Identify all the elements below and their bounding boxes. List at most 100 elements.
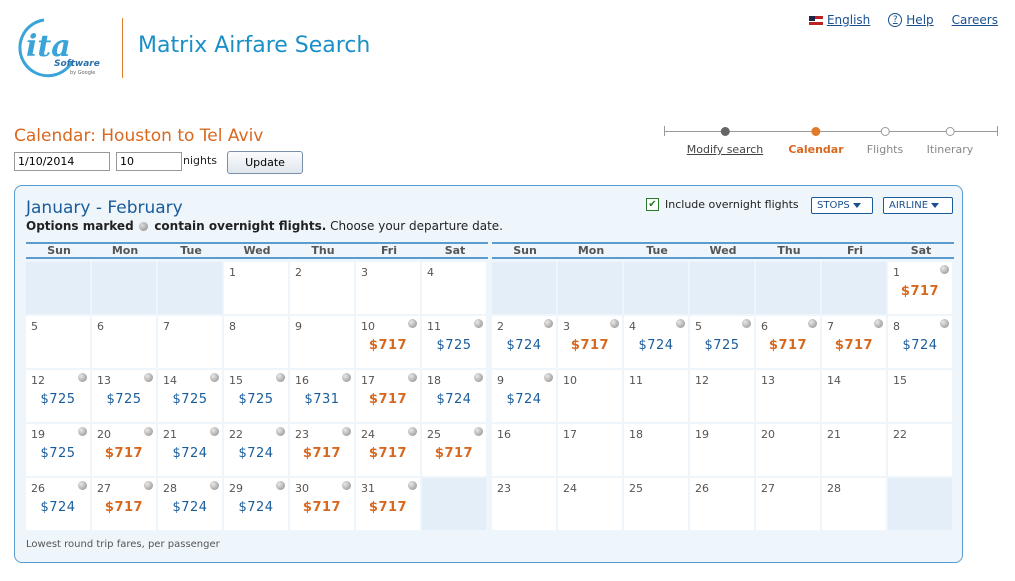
empty-cell [558, 262, 622, 314]
day-cell[interactable]: 9 $724 [492, 370, 556, 422]
day-cell[interactable]: 1 $717 [888, 262, 952, 314]
day-number: 20 [761, 428, 775, 441]
fare-link[interactable]: $724 [492, 392, 556, 407]
overnight-indicator-icon [342, 481, 351, 490]
lowest-fare-link[interactable]: $717 [888, 284, 952, 299]
departure-date-input[interactable] [14, 152, 110, 171]
fare-link[interactable]: $725 [158, 392, 222, 407]
calendar-grid: 1 2 3 4 5 6 7 8 9 10 $717 11 $725 12 $725 13 $725 14 $725 1… [26, 262, 488, 530]
day-cell[interactable]: 23 $717 [290, 424, 354, 476]
day-cell[interactable]: 22 $724 [224, 424, 288, 476]
day-cell[interactable]: 16 $731 [290, 370, 354, 422]
fare-link[interactable]: $725 [224, 392, 288, 407]
day-number: 27 [97, 482, 111, 495]
day-cell[interactable]: 18 $724 [422, 370, 486, 422]
lowest-fare-link[interactable]: $717 [356, 392, 420, 407]
day-cell[interactable]: 26 $724 [26, 478, 90, 530]
day-cell[interactable]: 11 $725 [422, 316, 486, 368]
step-label[interactable]: Modify search [687, 143, 763, 156]
day-cell[interactable]: 30 $717 [290, 478, 354, 530]
overnight-toggle[interactable]: ✔ Include overnight flights [646, 198, 799, 211]
airline-dropdown[interactable]: AIRLINE [883, 197, 953, 214]
empty-cell [492, 262, 556, 314]
fare-link[interactable]: $724 [888, 338, 952, 353]
stops-dropdown[interactable]: STOPS [811, 197, 873, 214]
fare-link[interactable]: $724 [492, 338, 556, 353]
lowest-fare-link[interactable]: $717 [558, 338, 622, 353]
day-cell[interactable]: 27 $717 [92, 478, 156, 530]
day-cell[interactable]: 12 $725 [26, 370, 90, 422]
day-cell[interactable]: 20 $717 [92, 424, 156, 476]
fare-link[interactable]: $724 [224, 500, 288, 515]
day-cell[interactable]: 8 $724 [888, 316, 952, 368]
fare-link[interactable]: $724 [158, 446, 222, 461]
lowest-fare-link[interactable]: $717 [92, 500, 156, 515]
day-cell[interactable]: 13 $725 [92, 370, 156, 422]
day-cell[interactable]: 21 $724 [158, 424, 222, 476]
day-cell[interactable]: 6 $717 [756, 316, 820, 368]
lowest-fare-link[interactable]: $717 [822, 338, 886, 353]
day-cell[interactable]: 31 $717 [356, 478, 420, 530]
steps-endcap-right [997, 126, 998, 136]
stops-label: STOPS [817, 200, 850, 211]
lowest-fare-link[interactable]: $717 [356, 446, 420, 461]
step-label: Itinerary [926, 143, 974, 156]
nights-input[interactable] [116, 152, 182, 171]
lowest-fare-link[interactable]: $717 [756, 338, 820, 353]
help-link[interactable]: ? Help [888, 13, 934, 27]
day-cell[interactable]: 14 $725 [158, 370, 222, 422]
day-cell: 28 [822, 478, 886, 530]
lowest-fare-link[interactable]: $717 [356, 500, 420, 515]
day-cell: 16 [492, 424, 556, 476]
day-cell[interactable]: 19 $725 [26, 424, 90, 476]
fare-link[interactable]: $724 [224, 446, 288, 461]
day-number: 15 [893, 374, 907, 387]
overnight-indicator-icon [139, 222, 149, 231]
fare-link[interactable]: $725 [422, 338, 486, 353]
ita-software-logo[interactable]: ita Software by Google [14, 14, 104, 80]
day-cell[interactable]: 4 $724 [624, 316, 688, 368]
lowest-fare-link[interactable]: $717 [422, 446, 486, 461]
day-cell[interactable]: 25 $717 [422, 424, 486, 476]
fare-link[interactable]: $725 [26, 392, 90, 407]
day-number: 20 [97, 428, 111, 441]
step-2: Flights [867, 126, 903, 156]
day-number: 30 [295, 482, 309, 495]
day-cell: 26 [690, 478, 754, 530]
fare-link[interactable]: $724 [422, 392, 486, 407]
day-number: 6 [97, 320, 104, 333]
day-cell[interactable]: 2 $724 [492, 316, 556, 368]
careers-link[interactable]: Careers [952, 13, 998, 27]
step-0[interactable]: Modify search [687, 126, 763, 156]
day-cell: 11 [624, 370, 688, 422]
day-cell[interactable]: 7 $717 [822, 316, 886, 368]
day-cell[interactable]: 24 $717 [356, 424, 420, 476]
day-number: 25 [427, 428, 441, 441]
fare-link[interactable]: $725 [690, 338, 754, 353]
overnight-checkbox[interactable]: ✔ [646, 198, 659, 211]
language-link[interactable]: English [808, 13, 870, 27]
fare-link[interactable]: $724 [624, 338, 688, 353]
day-cell[interactable]: 28 $724 [158, 478, 222, 530]
lowest-fare-link[interactable]: $717 [290, 446, 354, 461]
fare-link[interactable]: $724 [26, 500, 90, 515]
fare-link[interactable]: $724 [158, 500, 222, 515]
lowest-fare-link[interactable]: $717 [356, 338, 420, 353]
update-button[interactable]: Update [227, 151, 303, 174]
lowest-fare-link[interactable]: $717 [290, 500, 354, 515]
lowest-fare-link[interactable]: $717 [92, 446, 156, 461]
weekday-header: Sun Mon Tue Wed Thu Fri Sat [26, 242, 488, 259]
day-cell[interactable]: 15 $725 [224, 370, 288, 422]
fare-link[interactable]: $725 [92, 392, 156, 407]
day-cell[interactable]: 5 $725 [690, 316, 754, 368]
fare-link[interactable]: $725 [26, 446, 90, 461]
day-cell[interactable]: 10 $717 [356, 316, 420, 368]
overnight-indicator-icon [144, 481, 153, 490]
day-number: 18 [629, 428, 643, 441]
day-cell: 4 [422, 262, 486, 314]
day-cell[interactable]: 3 $717 [558, 316, 622, 368]
day-cell[interactable]: 29 $724 [224, 478, 288, 530]
day-cell[interactable]: 17 $717 [356, 370, 420, 422]
fare-link[interactable]: $731 [290, 392, 354, 407]
day-number: 8 [893, 320, 900, 333]
